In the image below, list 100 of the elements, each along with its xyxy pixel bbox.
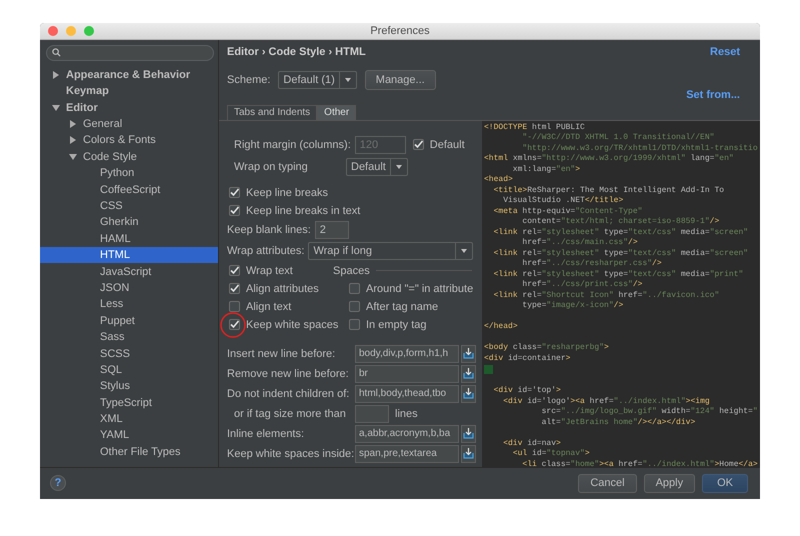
download-icon	[463, 428, 474, 440]
reset-link[interactable]: Reset	[710, 46, 740, 60]
code-line: <head>	[484, 175, 514, 186]
download-icon	[463, 448, 474, 460]
dialog-button[interactable]: Apply	[644, 474, 696, 493]
checkbox-label: In empty tag	[366, 318, 427, 331]
tree-item[interactable]: YAML	[40, 427, 218, 444]
group-title: Spaces	[333, 264, 370, 277]
checkbox[interactable]	[349, 283, 360, 294]
code-line: <li class="home"><a href="../index.html">Home</a>	[521, 460, 759, 467]
help-button[interactable]: ?	[50, 475, 66, 492]
input-field[interactable]: br	[355, 364, 459, 383]
field-label: Wrap on typing	[234, 160, 309, 173]
code-line: href="../css/print.css"/>	[521, 280, 644, 291]
checkbox[interactable]	[229, 187, 240, 198]
field-label: or if tag size more than	[233, 408, 347, 420]
checkbox[interactable]	[229, 205, 240, 216]
caret-icon	[344, 78, 351, 82]
expand-button[interactable]	[461, 424, 476, 443]
field-label: Insert new line before:	[227, 348, 336, 360]
caret-icon	[396, 164, 402, 169]
tree-item[interactable]: JSON	[40, 280, 218, 296]
code-line: <link rel="stylesheet" type="text/css" media="screen"	[492, 248, 750, 259]
input-field[interactable]	[355, 404, 389, 423]
dropdown[interactable]: Default	[346, 158, 408, 176]
checkbox[interactable]	[229, 265, 240, 276]
code-line: <div id=nav>	[502, 438, 562, 449]
checkbox-label: After tag name	[366, 300, 438, 313]
code-line: <link rel="stylesheet" type="text/css" media="screen"	[492, 228, 750, 238]
tab[interactable]: Other	[317, 104, 356, 120]
dialog-button[interactable]: Cancel	[578, 474, 637, 493]
tree-item[interactable]: Editor	[40, 99, 218, 116]
tree-item[interactable]: CSS	[40, 198, 218, 214]
input-field[interactable]: body,div,p,form,h1,h	[355, 344, 459, 363]
checkbox-label: Keep line breaks in text	[246, 204, 360, 217]
window-title: Preferences	[370, 24, 430, 37]
tree-item[interactable]: SCSS	[40, 345, 218, 362]
field-label: lines	[395, 408, 418, 420]
search-field[interactable]	[46, 44, 214, 61]
tree-item[interactable]: TypeScript	[40, 394, 218, 411]
manage-button[interactable]: Manage...	[364, 70, 436, 90]
tree-item[interactable]: CoffeeScript	[40, 181, 218, 198]
expand-button[interactable]	[461, 384, 476, 403]
tree-item[interactable]: Code Style	[40, 148, 218, 166]
code-line: href="../css/resharper.css"/>	[521, 259, 663, 270]
code-line: "http://www.w3.org/TR/xhtml1/DTD/xhtml1-transitio	[521, 144, 759, 154]
code-line: VisualStudio .NET</title>	[502, 196, 624, 207]
tree-item[interactable]: Puppet	[40, 312, 218, 329]
download-icon	[463, 388, 474, 400]
checkbox-label: Keep white spaces	[246, 318, 338, 331]
expand-button[interactable]	[461, 444, 476, 463]
code-line: <div id='top'>	[492, 386, 562, 397]
tree-item[interactable]: SQL	[40, 362, 218, 378]
dialog-button[interactable]: OK	[702, 474, 748, 493]
checkbox[interactable]	[229, 283, 240, 294]
code-line: href="../css/main.css"/>	[521, 238, 639, 249]
input-field[interactable]: html,body,thead,tbo	[355, 384, 459, 403]
tree-item[interactable]: Other File Types	[40, 444, 218, 460]
tree-item[interactable]: General	[40, 116, 218, 132]
code-line: alt="JetBrains home"/></a></div>	[540, 418, 696, 428]
field-label: Keep white spaces inside:	[227, 448, 355, 460]
tree-item[interactable]: Stylus	[40, 378, 218, 394]
checkbox[interactable]	[349, 319, 360, 330]
tree-item[interactable]: Sass	[40, 328, 218, 346]
tree-item[interactable]: XML	[40, 410, 218, 428]
checkbox-label: Keep line breaks	[246, 186, 328, 199]
tree-item[interactable]: JavaScript	[40, 263, 218, 280]
tree-item[interactable]: Python	[40, 165, 218, 182]
tree-item[interactable]: Less	[40, 296, 218, 313]
code-line: <div id=container>	[484, 354, 572, 364]
tree-item[interactable]: Keymap	[40, 83, 218, 100]
code-line: <div id='logo'><a href="../index.html"><img	[502, 396, 711, 407]
input-field[interactable]: a,abbr,acronym,b,ba	[355, 424, 459, 443]
tree-item[interactable]: HAML	[40, 230, 218, 247]
code-line: <meta http-equiv="Content-Type"	[492, 206, 644, 217]
field-label: Do not indent children of:	[227, 388, 350, 400]
scheme-dropdown[interactable]: Default (1)	[278, 70, 357, 89]
input-field[interactable]: 2	[314, 220, 349, 239]
set-from-link[interactable]: Set from...	[686, 88, 740, 101]
tree-item[interactable]: HTML	[40, 246, 218, 264]
input-field[interactable]: span,pre,textarea	[355, 444, 459, 463]
expand-button[interactable]	[461, 364, 476, 383]
field-label: Inline elements:	[227, 428, 306, 440]
checkbox[interactable]	[229, 319, 240, 330]
search-icon	[52, 48, 61, 58]
tree-item[interactable]: Colors & Fonts	[40, 132, 218, 149]
code-line: <title>ReSharper: The Most Intelligent Add-In To	[492, 186, 726, 196]
checkbox-label: Around "=" in attribute	[366, 282, 474, 295]
checkbox-label: Wrap text	[246, 264, 293, 277]
code-line: <body class="resharperbg">	[484, 343, 610, 354]
code-line: <!DOCTYPE html PUBLIC	[484, 122, 586, 133]
checkbox[interactable]	[229, 301, 240, 312]
tree-item[interactable]: Gherkin	[40, 214, 218, 231]
code-line: xml:lang="en">	[512, 164, 582, 176]
tree-item[interactable]: Appearance & Behavior	[40, 66, 218, 84]
tab[interactable]: Tabs and Indents	[227, 104, 318, 120]
checkbox-label: Align attributes	[246, 282, 319, 295]
checkbox[interactable]	[349, 301, 360, 312]
dropdown[interactable]: Wrap if long	[308, 242, 474, 260]
expand-button[interactable]	[461, 344, 476, 363]
